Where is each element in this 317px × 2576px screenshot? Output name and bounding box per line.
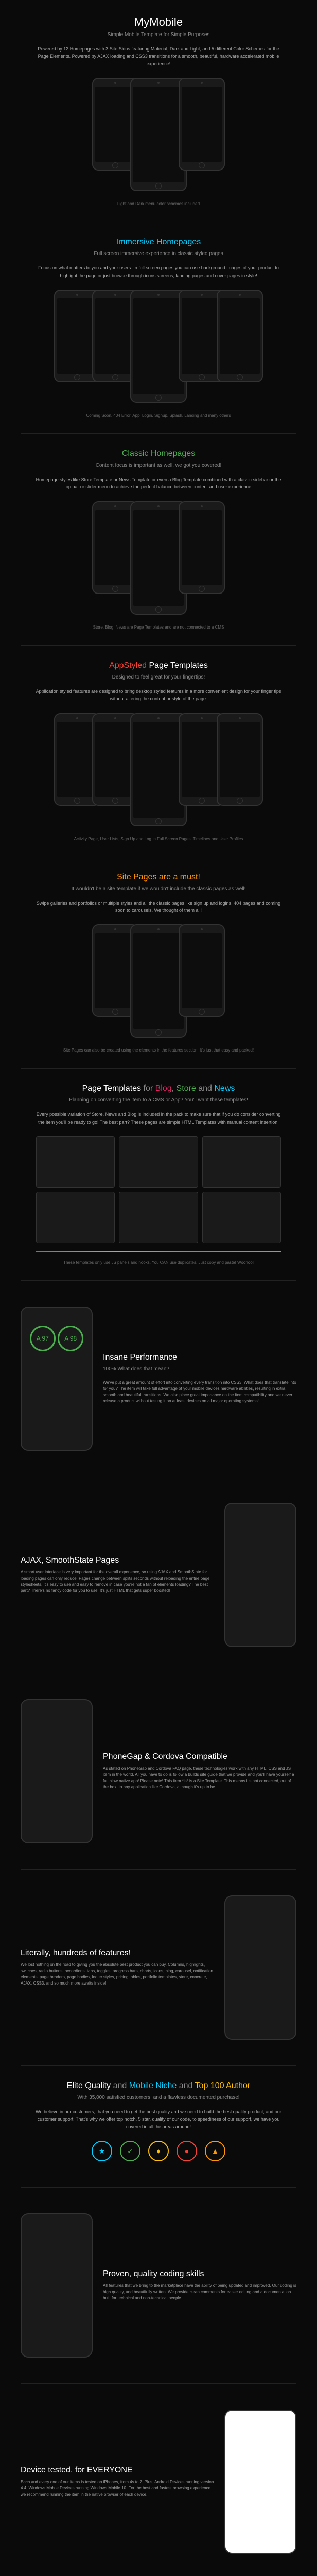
badge-icons: ★ ✓ ♦ ● ▲ — [21, 2141, 296, 2161]
score-circle: A 98 — [58, 1326, 83, 1351]
ajax-section: AJAX, SmoothState Pages A smart user int… — [0, 1477, 317, 1673]
elite-section: Elite Quality and Mobile Niche and Top 1… — [0, 2066, 317, 2187]
proven-phone — [21, 2213, 93, 2358]
sitepages-section: Site Pages are a must! It wouldn't be a … — [0, 857, 317, 1069]
classic-caption: Store, Blog, News are Page Templates and… — [21, 625, 296, 630]
color-bar — [36, 1251, 281, 1252]
phonegap-section: PhoneGap & Cordova Compatible As stated … — [0, 1673, 317, 1869]
immersive-desc: Focus on what matters to you and your us… — [35, 264, 282, 279]
classic-phones — [21, 501, 296, 615]
appstyled-desc: Application styled features are designed… — [35, 688, 282, 703]
product-subtitle: Simple Mobile Template for Simple Purpos… — [21, 32, 296, 38]
hero-desc: Powered by 12 Homepages with 3 Site Skin… — [35, 45, 282, 67]
screen-thumb — [36, 1136, 115, 1188]
appstyled-title: AppStyled Page Templates — [21, 661, 296, 670]
elite-sub: With 35,000 satisfied customers, and a f… — [21, 2095, 296, 2100]
badge-icon: ✓ — [120, 2141, 140, 2161]
hero-caption: Light and Dark menu color schemes includ… — [21, 201, 296, 206]
elite-desc: We believe in our customers, that you ne… — [35, 2108, 282, 2130]
immersive-sub: Full screen immersive experience in clas… — [21, 251, 296, 257]
screen-thumb — [202, 1192, 281, 1243]
classic-desc: Homepage styles like Store Template or N… — [35, 476, 282, 491]
badge-icon: ♦ — [148, 2141, 169, 2161]
sitepages-phones — [21, 924, 296, 1038]
sitepages-sub: It wouldn't be a site template if we wou… — [21, 886, 296, 892]
screen-thumb — [202, 1136, 281, 1188]
perf-title: Insane Performance — [103, 1353, 296, 1362]
classic-title: Classic Homepages — [21, 449, 296, 459]
templates-sub: Planning on converting the item to a CMS… — [21, 1097, 296, 1103]
phonegap-phone — [21, 1699, 93, 1843]
appstyled-sub: Designed to feel great for your fingerti… — [21, 674, 296, 680]
features-section: Literally, hundreds of features! We lost… — [0, 1870, 317, 2065]
appstyled-section: AppStyled Page Templates Designed to fee… — [0, 646, 317, 857]
hero-phones — [21, 78, 296, 191]
perf-sub: 100% What does that mean? — [103, 1366, 296, 1372]
perf-desc: We've put a great amount of effort into … — [103, 1380, 296, 1404]
proven-desc: All features that we bring to the market… — [103, 2283, 296, 2301]
phone-mockup — [179, 924, 225, 1017]
features-title: Literally, hundreds of features! — [21, 1948, 214, 1958]
classic-section: Classic Homepages Content focus is impor… — [0, 434, 317, 645]
ajax-desc: A smart user interface is very important… — [21, 1569, 214, 1594]
phone-mockup — [217, 290, 263, 382]
features-phone — [224, 1895, 296, 2040]
immersive-caption: Coming Soon, 404 Error, App, Login, Sign… — [21, 413, 296, 418]
screen-thumb — [36, 1192, 115, 1243]
immersive-title: Immersive Homepages — [21, 238, 296, 247]
phone-mockup — [179, 78, 225, 171]
sitepages-title: Site Pages are a must! — [21, 873, 296, 882]
performance-section: A 97 A 98 Insane Performance 100% What d… — [0, 1281, 317, 1477]
templates-desc: Every possible variation of Store, News … — [35, 1111, 282, 1126]
product-title: MyMobile — [21, 15, 296, 29]
proven-title: Proven, quality coding skills — [103, 2269, 296, 2279]
devices-title: Device tested, for EVERYONE — [21, 2466, 214, 2475]
ajax-title: AJAX, SmoothState Pages — [21, 1556, 214, 1565]
templates-title: Page Templates for Blog, Store and News — [21, 1084, 296, 1093]
ajax-phone — [224, 1503, 296, 1647]
phonegap-title: PhoneGap & Cordova Compatible — [103, 1752, 296, 1761]
phone-mockup — [179, 501, 225, 594]
badge-icon: ▲ — [205, 2141, 225, 2161]
appstyled-phones — [21, 713, 296, 826]
screen-thumb — [119, 1136, 198, 1188]
screen-thumb — [119, 1192, 198, 1243]
sitepages-caption: Site Pages can also be created using the… — [21, 1048, 296, 1053]
devices-desc: Each and every one of our items is teste… — [21, 2479, 214, 2498]
templates-section: Page Templates for Blog, Store and News … — [0, 1069, 317, 1280]
templates-caption: These templates only use JS panels and h… — [21, 1260, 296, 1265]
score-circle: A 97 — [30, 1326, 56, 1351]
perf-phone: A 97 A 98 — [21, 1307, 93, 1451]
devices-section: Device tested, for EVERYONE Each and eve… — [0, 2384, 317, 2576]
proven-section: Proven, quality coding skills All featur… — [0, 2188, 317, 2383]
sitepages-desc: Swipe galleries and portfolios or multip… — [35, 900, 282, 914]
immersive-phones — [21, 290, 296, 403]
devices-phone — [224, 2410, 296, 2554]
appstyled-caption: Activity Page, User Lists, Sign Up and L… — [21, 837, 296, 841]
features-desc: We lost nothing on the road to giving yo… — [21, 1962, 214, 1987]
phone-mockup — [217, 713, 263, 806]
classic-sub: Content focus is important as well, we g… — [21, 463, 296, 468]
templates-grid — [36, 1136, 281, 1243]
immersive-section: Immersive Homepages Full screen immersiv… — [0, 222, 317, 433]
phonegap-desc: As stated on PhoneGap and Cordova FAQ pa… — [103, 1766, 296, 1790]
badge-icon: ★ — [92, 2141, 112, 2161]
hero-section: MyMobile Simple Mobile Template for Simp… — [0, 0, 317, 222]
badge-icon: ● — [177, 2141, 197, 2161]
elite-title: Elite Quality and Mobile Niche and Top 1… — [21, 2081, 296, 2091]
